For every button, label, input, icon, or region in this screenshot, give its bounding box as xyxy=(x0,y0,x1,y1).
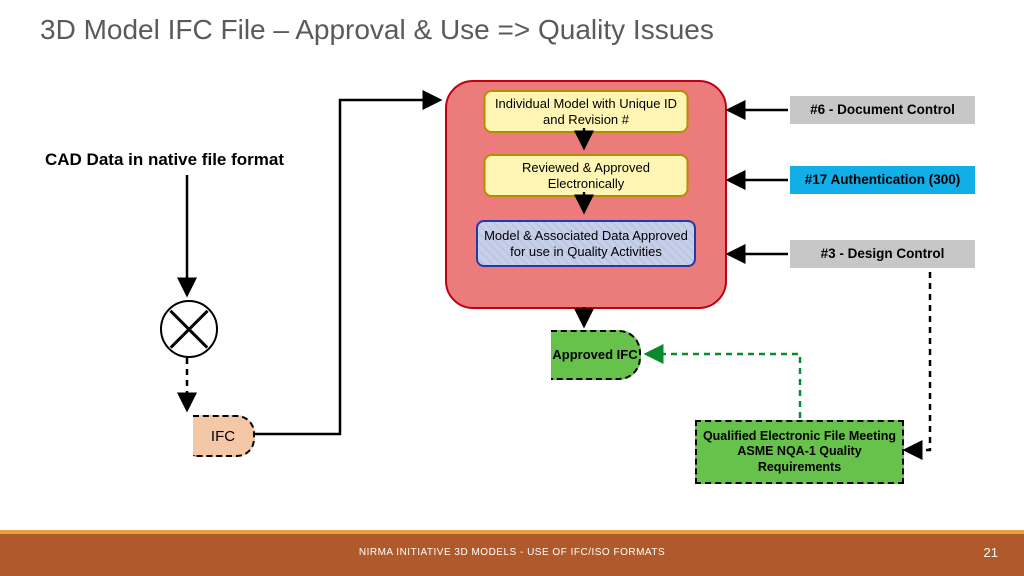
qualified-file-box: Qualified Electronic File Meeting ASME N… xyxy=(695,420,904,484)
slide-title: 3D Model IFC File – Approval & Use => Qu… xyxy=(40,14,714,46)
cad-data-label: CAD Data in native file format xyxy=(45,150,284,170)
tag-document-control: #6 - Document Control xyxy=(790,96,975,124)
box-individual-model: Individual Model with Unique ID and Revi… xyxy=(484,90,689,133)
ifc-box: IFC xyxy=(193,415,255,457)
tag-design-control: #3 - Design Control xyxy=(790,240,975,268)
box-reviewed-approved: Reviewed & Approved Electronically xyxy=(484,154,689,197)
convert-icon xyxy=(160,300,218,358)
approved-ifc-box: Approved IFC xyxy=(551,330,641,380)
approval-container: Individual Model with Unique ID and Revi… xyxy=(445,80,727,309)
footer-bar: NIRMA INITIATIVE 3D MODELS - USE OF IFC/… xyxy=(0,534,1024,576)
tag-authentication: #17 Authentication (300) xyxy=(790,166,975,194)
footer-text: NIRMA INITIATIVE 3D MODELS - USE OF IFC/… xyxy=(0,547,1024,558)
footer-page: 21 xyxy=(984,545,998,560)
slide: 3D Model IFC File – Approval & Use => Qu… xyxy=(0,0,1024,576)
box-model-approved: Model & Associated Data Approved for use… xyxy=(476,220,696,267)
